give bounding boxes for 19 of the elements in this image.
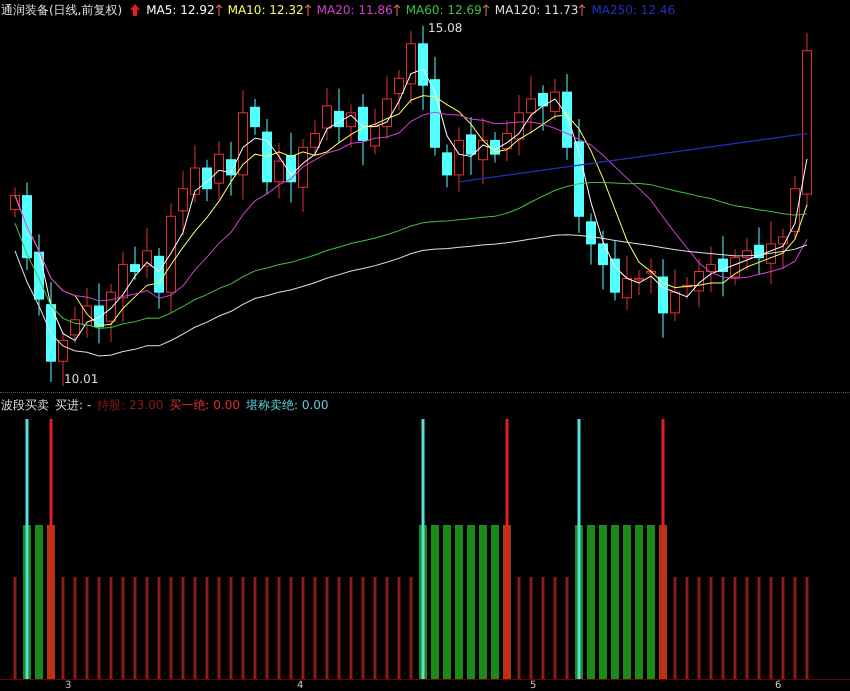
indicator-value: 持股: 23.00: [97, 396, 164, 414]
ma-value: MA60: 12.69: [406, 3, 482, 17]
low-price-label: 10.01: [64, 372, 98, 386]
ma-value: MA120: 11.73: [494, 3, 578, 17]
ma-value: MA20: 11.86: [316, 3, 393, 17]
indicator-value: 买一绝: 0.00: [169, 396, 240, 414]
up-arrow-icon: [130, 4, 140, 16]
indicator-value: 买进: -: [55, 396, 92, 414]
indicator-value: 堪称卖绝: 0.00: [246, 396, 329, 414]
high-price-label: 15.08: [428, 21, 462, 35]
ma-value: MA5: 12.92: [146, 3, 215, 17]
axis-label: 5: [530, 680, 536, 691]
indicator-name: 波段买卖: [1, 396, 49, 414]
axis-label: 6: [775, 680, 782, 691]
axis-label: 3: [65, 680, 72, 691]
axis-label: 4: [297, 680, 304, 691]
ma-value: MA250: 12.46: [591, 3, 676, 17]
chart-title: 通润装备(日线,前复权): [1, 2, 122, 18]
ma-value: MA10: 12.32: [228, 3, 304, 17]
